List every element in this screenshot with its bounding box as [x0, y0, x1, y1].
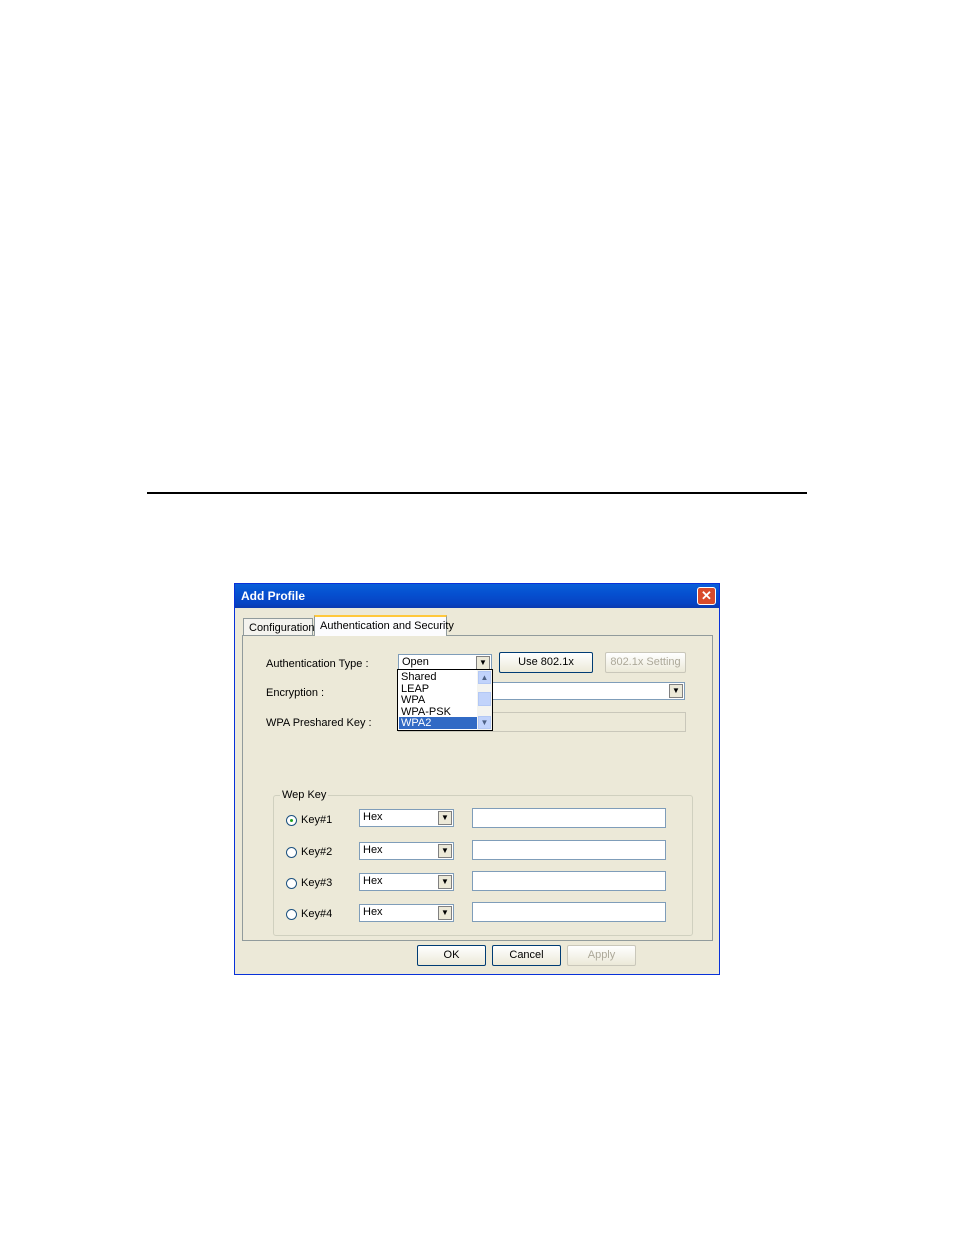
key4-input[interactable]: [472, 902, 666, 922]
key1-format-select[interactable]: Hex ▼: [359, 809, 454, 827]
chevron-down-icon[interactable]: ▼: [438, 811, 452, 825]
scroll-up-icon[interactable]: ▲: [478, 671, 491, 684]
dropdown-scrollbar[interactable]: ▲ ▼: [477, 670, 492, 730]
key1-radio[interactable]: [286, 815, 297, 826]
key3-label: Key#3: [301, 877, 333, 889]
key1-format-value: Hex: [363, 811, 383, 823]
key3-format-select[interactable]: Hex ▼: [359, 873, 454, 891]
close-icon: ✕: [701, 588, 712, 603]
encryption-label: Encryption :: [266, 687, 325, 699]
key4-label: Key#4: [301, 908, 333, 920]
key1-input[interactable]: [472, 808, 666, 828]
key3-radio[interactable]: [286, 878, 297, 889]
chevron-down-icon[interactable]: ▼: [438, 906, 452, 920]
auth-type-dropdown-list[interactable]: Shared LEAP WPA WPA-PSK WPA2 ▲ ▼: [397, 669, 493, 731]
cancel-button[interactable]: Cancel: [492, 945, 561, 966]
key2-label: Key#2: [301, 846, 333, 858]
scroll-thumb[interactable]: [478, 692, 491, 706]
auth-type-label: Authentication Type :: [266, 658, 369, 670]
add-profile-dialog: Add Profile ✕ Configuration Authenticati…: [234, 583, 720, 975]
scroll-down-icon[interactable]: ▼: [478, 716, 491, 729]
wep-key-legend: Wep Key: [280, 789, 329, 801]
key1-label: Key#1: [301, 814, 333, 826]
dialog-title: Add Profile: [241, 589, 306, 603]
auth-type-value: Open: [402, 656, 429, 668]
key3-input[interactable]: [472, 871, 666, 891]
chevron-down-icon[interactable]: ▼: [438, 844, 452, 858]
tab-configuration[interactable]: Configuration: [243, 618, 314, 636]
8021x-setting-button[interactable]: 802.1x Setting: [605, 652, 686, 673]
auth-option-wpa[interactable]: WPA: [399, 694, 477, 706]
use-8021x-button[interactable]: Use 802.1x: [499, 652, 593, 673]
key4-radio[interactable]: [286, 909, 297, 920]
title-bar[interactable]: Add Profile ✕: [235, 584, 719, 608]
horizontal-rule: [147, 492, 807, 494]
key2-format-value: Hex: [363, 844, 383, 856]
auth-option-wpa2[interactable]: WPA2: [399, 717, 477, 729]
chevron-down-icon[interactable]: ▼: [438, 875, 452, 889]
close-button[interactable]: ✕: [697, 587, 716, 605]
key2-radio[interactable]: [286, 847, 297, 858]
key4-format-select[interactable]: Hex ▼: [359, 904, 454, 922]
chevron-down-icon[interactable]: ▼: [669, 684, 683, 698]
key4-format-value: Hex: [363, 906, 383, 918]
auth-option-shared[interactable]: Shared: [399, 671, 477, 683]
key3-format-value: Hex: [363, 875, 383, 887]
wpa-preshared-key-label: WPA Preshared Key :: [266, 717, 372, 729]
apply-button[interactable]: Apply: [567, 945, 636, 966]
chevron-down-icon[interactable]: ▼: [476, 656, 490, 670]
key2-format-select[interactable]: Hex ▼: [359, 842, 454, 860]
wep-key-groupbox: Wep Key Key#1 Hex ▼ Key#2 Hex ▼ Key#3 He…: [273, 789, 693, 936]
tab-authentication-security[interactable]: Authentication and Security: [314, 615, 454, 636]
ok-button[interactable]: OK: [417, 945, 486, 966]
key2-input[interactable]: [472, 840, 666, 860]
